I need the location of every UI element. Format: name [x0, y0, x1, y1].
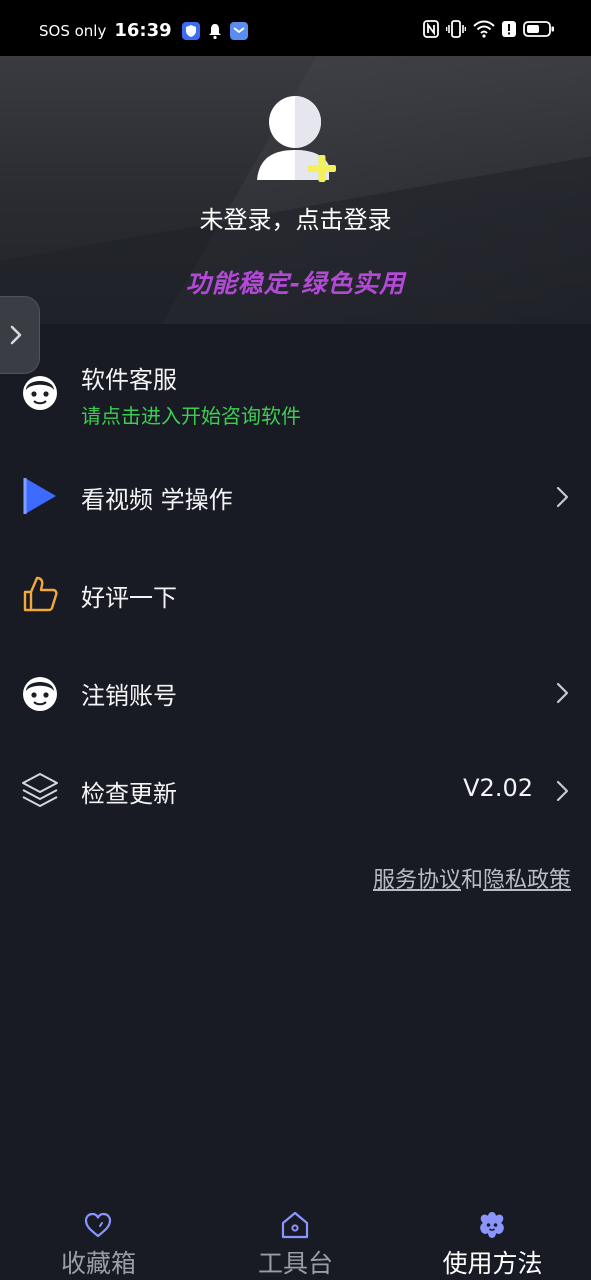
- menu-label: 注销账号: [81, 682, 177, 710]
- heart-icon: [84, 1212, 112, 1238]
- slogan-text: 功能稳定-绿色实用: [185, 269, 406, 298]
- shield-app-icon: [181, 21, 200, 40]
- nav-usage-guide[interactable]: 使用方法: [394, 1200, 591, 1280]
- bottom-nav: 收藏箱 工具台 使用方法: [0, 1200, 591, 1280]
- nav-label: 收藏箱: [60, 1249, 136, 1278]
- thumbs-up-icon: [23, 576, 58, 612]
- version-value: V2.02: [463, 774, 533, 802]
- menu-label: 看视频 学操作: [81, 486, 233, 514]
- menu-item-customer-service[interactable]: 软件客服 请点击进入开始咨询软件: [0, 352, 591, 438]
- add-user-avatar-icon[interactable]: [255, 94, 339, 184]
- policy-and-text: 和: [460, 868, 483, 893]
- clock: 16:39: [114, 20, 172, 41]
- menu-item-video-tutorial[interactable]: 看视频 学操作: [0, 470, 591, 524]
- login-prompt[interactable]: 未登录，点击登录: [0, 200, 591, 235]
- carrier-text: SOS only: [39, 21, 107, 40]
- menu-subtitle: 请点击进入开始咨询软件: [81, 404, 301, 428]
- message-app-icon: [229, 21, 248, 40]
- nav-label: 使用方法: [442, 1249, 543, 1278]
- menu-label: 软件客服: [81, 366, 177, 394]
- nav-label: 工具台: [257, 1249, 333, 1278]
- menu-label: 检查更新: [81, 780, 177, 808]
- status-bar: SOS only 16:39: [0, 0, 591, 56]
- nav-toolbox[interactable]: 工具台: [197, 1200, 394, 1280]
- nfc-icon: [423, 20, 439, 38]
- chevron-right-icon: [556, 780, 569, 802]
- vibrate-icon: [446, 20, 466, 38]
- privacy-policy-link[interactable]: 隐私政策: [483, 868, 571, 893]
- service-agreement-link[interactable]: 服务协议: [373, 868, 461, 893]
- menu-item-check-update[interactable]: 检查更新 V2.02: [0, 764, 591, 818]
- menu-label: 好评一下: [81, 584, 177, 612]
- menu-item-rate[interactable]: 好评一下: [0, 568, 591, 622]
- layers-icon: [22, 773, 58, 807]
- nav-favorites[interactable]: 收藏箱: [0, 1200, 197, 1280]
- wifi-icon: [473, 20, 495, 38]
- home-icon: [281, 1211, 309, 1239]
- menu-item-delete-account[interactable]: 注销账号: [0, 666, 591, 720]
- alert-icon: [502, 21, 516, 37]
- chevron-right-icon: [556, 682, 569, 704]
- flower-face-icon: [480, 1212, 504, 1238]
- chevron-right-icon: [10, 325, 22, 345]
- bell-icon: [208, 23, 221, 39]
- customer-service-icon: [23, 677, 57, 711]
- customer-service-icon: [23, 376, 57, 410]
- chevron-right-icon: [556, 486, 569, 508]
- battery-icon: [523, 21, 554, 37]
- profile-header: 未登录，点击登录 功能稳定-绿色实用: [0, 56, 591, 324]
- play-icon: [23, 478, 56, 514]
- policy-links: 服务协议和隐私政策: [373, 862, 571, 894]
